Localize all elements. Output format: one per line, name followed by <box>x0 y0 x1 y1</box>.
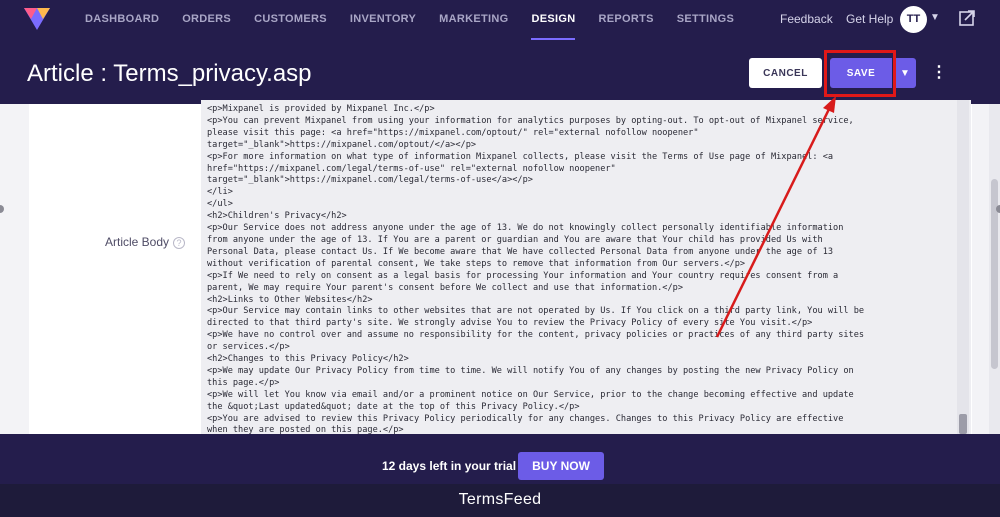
nav-item-dashboard[interactable]: DASHBOARD <box>85 0 159 40</box>
editor-line[interactable]: </ul> <box>207 199 947 211</box>
main-nav: DASHBOARD ORDERS CUSTOMERS INVENTORY MAR… <box>85 0 757 41</box>
article-body-label-text: Article Body <box>105 235 170 249</box>
editor-line[interactable]: the &quot;Last updated&quot; date at the… <box>207 402 947 414</box>
editor-line[interactable]: <p>Mixpanel is provided by Mixpanel Inc.… <box>207 104 947 116</box>
editor-line[interactable]: Personal Data, please contact Us. If We … <box>207 247 947 259</box>
editor-scrollbar-thumb[interactable] <box>959 414 967 434</box>
editor-line[interactable]: <h2>Links to Other Websites</h2> <box>207 295 947 307</box>
get-help-link[interactable]: Get Help <box>846 12 893 26</box>
page-scrollbar[interactable] <box>989 104 1000 434</box>
feedback-link[interactable]: Feedback <box>780 12 833 26</box>
editor-line[interactable]: when they are posted on this page.</p> <box>207 425 947 434</box>
editor-line[interactable]: <h2>Changes to this Privacy Policy</h2> <box>207 354 947 366</box>
nav-item-inventory[interactable]: INVENTORY <box>350 0 416 40</box>
editor-line[interactable]: <p>We may update Our Privacy Policy from… <box>207 366 947 378</box>
nav-item-customers[interactable]: CUSTOMERS <box>254 0 327 40</box>
nav-item-settings[interactable]: SETTINGS <box>677 0 734 40</box>
editor-line[interactable]: <p>Our Service may contain links to othe… <box>207 306 947 318</box>
buy-now-button[interactable]: BUY NOW <box>518 452 604 480</box>
editor-line[interactable]: please visit this page: <a href="https:/… <box>207 128 947 140</box>
avatar[interactable]: TT <box>900 6 927 33</box>
editor-line[interactable]: <p>We have no control over and assume no… <box>207 330 947 342</box>
editor-line[interactable]: </li> <box>207 187 947 199</box>
editor-line[interactable]: parent, We may require Your parent's con… <box>207 283 947 295</box>
editor-line[interactable]: <p>You are advised to review this Privac… <box>207 414 947 426</box>
nav-item-orders[interactable]: ORDERS <box>182 0 231 40</box>
resize-handle-right[interactable] <box>996 205 1000 213</box>
save-highlight-box <box>824 50 896 97</box>
editor-line[interactable]: <p>For more information on what type of … <box>207 152 947 164</box>
nav-item-design[interactable]: DESIGN <box>531 0 576 41</box>
content-area: Article Body? <p>Mixpanel is provided by… <box>0 100 1000 434</box>
editor-line[interactable]: <p>Our Service does not address anyone u… <box>207 223 947 235</box>
nav-item-reports[interactable]: REPORTS <box>598 0 653 40</box>
editor-line[interactable]: target="_blank">https://mixpanel.com/opt… <box>207 140 947 152</box>
article-form-card: Article Body? <p>Mixpanel is provided by… <box>29 100 972 434</box>
top-navigation-bar: DASHBOARD ORDERS CUSTOMERS INVENTORY MAR… <box>0 0 1000 41</box>
editor-line[interactable]: this page.</p> <box>207 378 947 390</box>
save-options-dropdown[interactable]: ▼ <box>894 58 916 88</box>
external-link-icon[interactable] <box>958 9 976 27</box>
help-icon[interactable]: ? <box>173 237 186 249</box>
trial-days-text: 12 days left in your trial <box>382 459 517 473</box>
editor-scrollbar[interactable] <box>957 100 969 434</box>
chevron-down-icon: ▼ <box>900 67 910 79</box>
editor-line[interactable]: from anyone under the age of 13. If You … <box>207 235 947 247</box>
editor-line[interactable]: or services.</p> <box>207 342 947 354</box>
nav-item-marketing[interactable]: MARKETING <box>439 0 508 40</box>
editor-line[interactable]: <p>If We need to rely on consent as a le… <box>207 271 947 283</box>
trial-banner: 12 days left in your trial BUY NOW <box>0 434 1000 484</box>
volusion-logo-icon[interactable] <box>22 6 52 32</box>
article-body-editor[interactable]: <p>Mixpanel is provided by Mixpanel Inc.… <box>201 100 971 434</box>
editor-line[interactable]: href="https://mixpanel.com/legal/terms-o… <box>207 164 947 176</box>
page-title: Article : Terms_privacy.asp <box>27 60 312 87</box>
editor-line[interactable]: <p>You can prevent Mixpanel from using y… <box>207 116 947 128</box>
article-body-label: Article Body? <box>105 235 186 249</box>
editor-line[interactable]: <p>We will let You know via email and/or… <box>207 390 947 402</box>
caption-text: TermsFeed <box>0 484 1000 517</box>
editor-line[interactable]: without verification of parental consent… <box>207 259 947 271</box>
editor-line[interactable]: directed to that third party's site. We … <box>207 318 947 330</box>
editor-line[interactable]: <h2>Children's Privacy</h2> <box>207 211 947 223</box>
editor-line[interactable]: target="_blank">https://mixpanel.com/leg… <box>207 175 947 187</box>
kebab-menu-icon[interactable]: ⋮ <box>931 61 947 85</box>
cancel-button[interactable]: CANCEL <box>749 58 822 88</box>
chevron-down-icon[interactable]: ▼ <box>930 12 940 23</box>
article-body-text[interactable]: <p>Mixpanel is provided by Mixpanel Inc.… <box>207 104 947 434</box>
resize-handle-left[interactable] <box>0 205 4 213</box>
